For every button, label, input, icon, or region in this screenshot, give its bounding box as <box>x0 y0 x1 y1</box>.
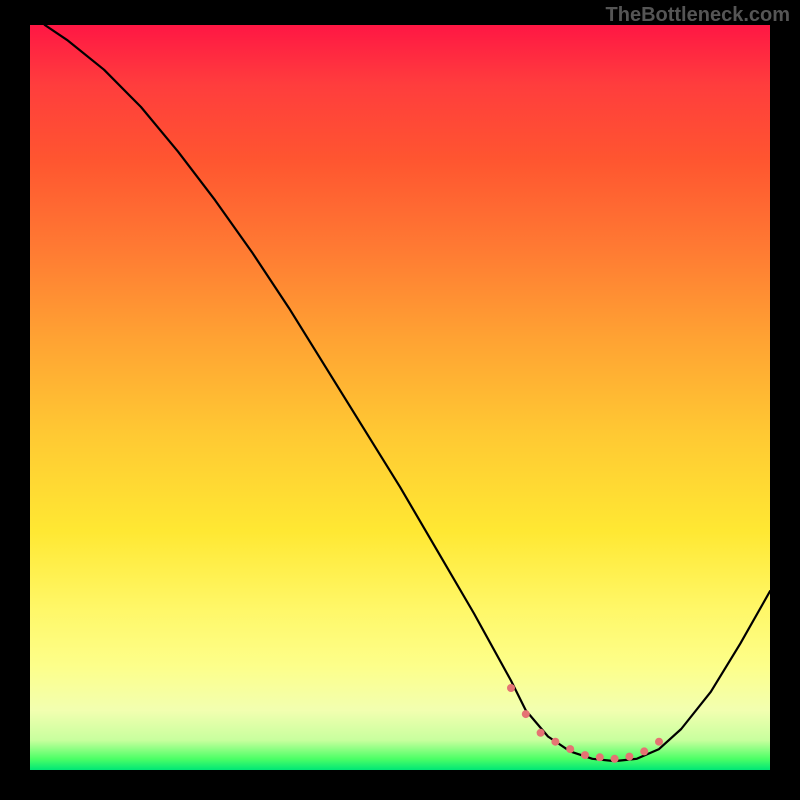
marker-dot <box>596 753 604 761</box>
curve-layer <box>30 25 770 770</box>
marker-dot <box>566 745 574 753</box>
marker-dot <box>611 755 619 763</box>
marker-dot <box>551 738 559 746</box>
marker-dot <box>507 684 515 692</box>
marker-dot <box>581 751 589 759</box>
optimal-range-markers <box>507 684 663 763</box>
marker-dot <box>640 747 648 755</box>
marker-dot <box>522 710 530 718</box>
marker-dot <box>625 753 633 761</box>
bottleneck-curve <box>45 25 770 761</box>
marker-dot <box>537 729 545 737</box>
watermark-text: TheBottleneck.com <box>606 4 790 27</box>
plot-area <box>30 25 770 770</box>
chart-container: TheBottleneck.com <box>0 0 800 800</box>
marker-dot <box>655 738 663 746</box>
